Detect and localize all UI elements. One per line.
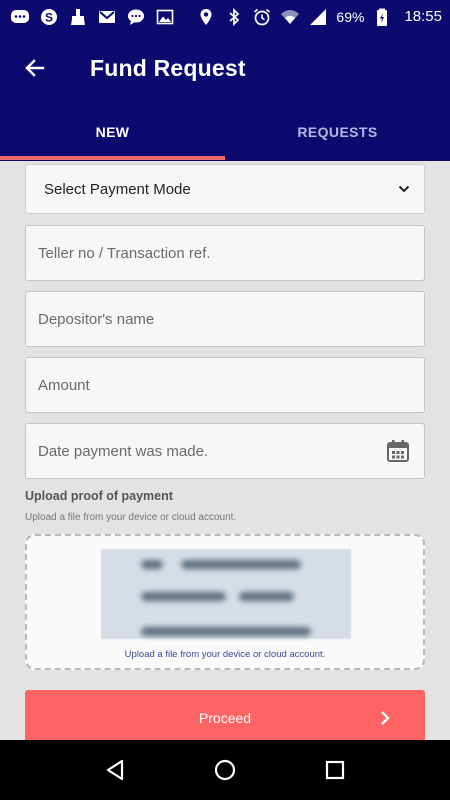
amount-input[interactable] xyxy=(38,376,412,394)
battery-percent: 69% xyxy=(336,8,365,25)
chevron-right-icon xyxy=(381,711,390,725)
upload-title: Upload proof of payment xyxy=(25,489,173,503)
payment-mode-select[interactable]: Select Payment Mode xyxy=(25,164,425,214)
page-title: Fund Request xyxy=(90,54,246,81)
upload-dropzone[interactable]: Upload a file from your device or cloud … xyxy=(25,534,425,670)
amount-field[interactable] xyxy=(25,357,425,413)
battery-icon xyxy=(372,7,392,27)
cleaner-icon xyxy=(68,7,88,27)
tab-bar: NEW REQUESTS xyxy=(0,103,450,161)
active-tab-indicator xyxy=(0,156,225,160)
upload-preview-image xyxy=(101,549,351,639)
square-recents-icon xyxy=(325,760,345,780)
chat-icon xyxy=(126,7,146,27)
status-bar: S 69% 18:55 xyxy=(0,0,450,33)
calendar-icon[interactable] xyxy=(385,438,411,464)
alarm-icon xyxy=(252,7,272,27)
dropzone-caption: Upload a file from your device or cloud … xyxy=(124,649,326,660)
nav-home-button[interactable] xyxy=(205,750,245,790)
image-icon xyxy=(155,7,175,27)
messenger-icon xyxy=(10,7,30,27)
teller-ref-field[interactable] xyxy=(25,225,425,281)
payment-date-input[interactable] xyxy=(38,442,412,460)
skype-icon: S xyxy=(39,7,59,27)
circle-home-icon xyxy=(214,759,236,781)
teller-ref-input[interactable] xyxy=(38,244,412,262)
tab-requests[interactable]: REQUESTS xyxy=(225,103,450,161)
payment-date-field[interactable] xyxy=(25,423,425,479)
depositor-name-input[interactable] xyxy=(38,310,412,328)
nav-recents-button[interactable] xyxy=(315,750,355,790)
depositor-name-field[interactable] xyxy=(25,291,425,347)
location-icon xyxy=(196,7,216,27)
signal-icon xyxy=(308,7,328,27)
bluetooth-icon xyxy=(224,7,244,27)
fund-request-form: Select Payment Mode Upload proof of paym… xyxy=(25,161,425,523)
arrow-back-icon xyxy=(25,59,45,77)
wifi-icon xyxy=(280,7,300,27)
triangle-back-icon xyxy=(106,759,124,781)
chevron-down-icon xyxy=(398,185,410,193)
app-bar: Fund Request xyxy=(0,33,450,103)
system-nav-bar xyxy=(0,740,450,800)
nav-back-button[interactable] xyxy=(95,750,135,790)
proceed-button[interactable]: Proceed xyxy=(25,690,425,746)
tab-new[interactable]: NEW xyxy=(0,103,225,161)
proceed-label: Proceed xyxy=(198,710,252,726)
gmail-icon xyxy=(97,7,117,27)
svg-text:S: S xyxy=(45,10,53,24)
payment-mode-selected: Select Payment Mode xyxy=(44,180,191,198)
upload-subtitle: Upload a file from your device or cloud … xyxy=(25,512,237,523)
clock: 18:55 xyxy=(404,8,442,25)
back-button[interactable] xyxy=(0,33,70,103)
